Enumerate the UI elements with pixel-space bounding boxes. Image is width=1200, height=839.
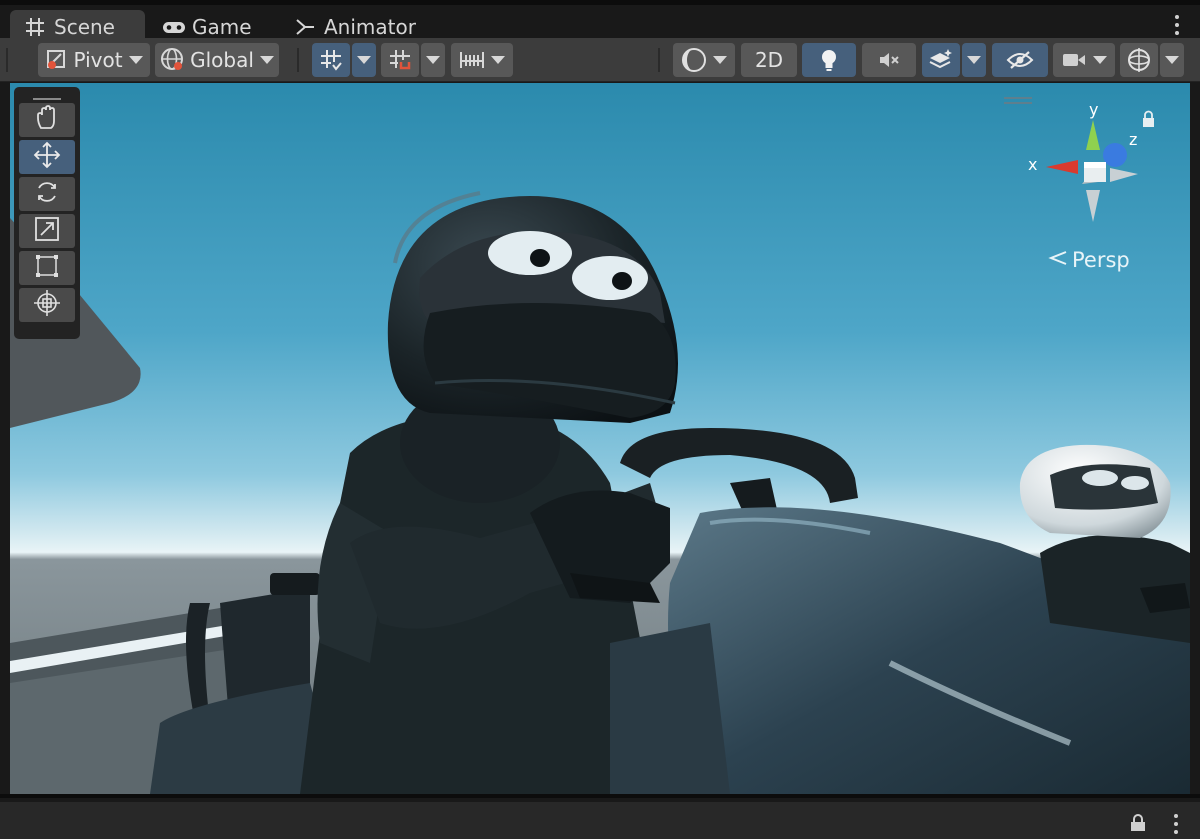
chevron-down-icon bbox=[259, 56, 274, 64]
toolbar-separator bbox=[297, 48, 299, 72]
chevron-down-icon bbox=[491, 56, 505, 64]
gizmo-sphere-icon bbox=[1126, 47, 1152, 73]
increment-snap-dropdown[interactable] bbox=[421, 43, 445, 77]
audio-toggle[interactable] bbox=[862, 43, 916, 77]
tab-menu-icon[interactable] bbox=[1174, 15, 1180, 37]
eye-hidden-icon bbox=[1006, 49, 1034, 71]
pivot-icon bbox=[45, 48, 69, 72]
hand-tool-icon bbox=[34, 105, 60, 135]
hand-tool-button[interactable] bbox=[19, 103, 75, 137]
chevron-down-icon bbox=[128, 56, 143, 64]
transform-tool-icon bbox=[33, 289, 61, 321]
ruler-icon bbox=[459, 49, 485, 71]
global-dropdown[interactable]: Global bbox=[155, 43, 279, 77]
scene-camera-dropdown[interactable] bbox=[1053, 43, 1115, 77]
2d-mode-toggle[interactable]: 2D bbox=[741, 43, 797, 77]
projection-label: Persp bbox=[1072, 248, 1130, 272]
projection-toggle[interactable]: Persp bbox=[1048, 248, 1130, 272]
gizmo-drag-handle[interactable] bbox=[1004, 97, 1032, 99]
rect-tool-icon bbox=[34, 253, 60, 283]
shading-mode-dropdown[interactable] bbox=[673, 43, 735, 77]
panel-menu-icon[interactable] bbox=[1174, 814, 1178, 838]
gizmos-dropdown[interactable] bbox=[1160, 43, 1184, 77]
chevron-down-icon bbox=[713, 56, 727, 64]
increment-snap-icon bbox=[388, 48, 412, 72]
scene-visibility-toggle[interactable] bbox=[992, 43, 1048, 77]
gamepad-icon bbox=[162, 16, 185, 38]
move-tool-button[interactable] bbox=[19, 140, 75, 174]
lightbulb-icon bbox=[818, 48, 840, 72]
gizmo-x-label: x bbox=[1028, 155, 1037, 174]
effects-toggle[interactable] bbox=[922, 43, 960, 77]
gizmo-y-axis bbox=[1086, 120, 1100, 150]
chevron-down-icon bbox=[357, 56, 371, 64]
gizmo-z-axis bbox=[1103, 143, 1127, 167]
bottom-panel-bar bbox=[0, 794, 1200, 839]
2d-mode-label: 2D bbox=[754, 48, 784, 72]
toolbar-separator bbox=[6, 48, 8, 72]
move-tool-icon bbox=[33, 141, 61, 173]
grid-snapping-dropdown[interactable] bbox=[352, 43, 376, 77]
shaded-sphere-icon bbox=[681, 47, 707, 73]
overlay-drag-handle[interactable] bbox=[33, 98, 61, 100]
gizmo-z-label: z bbox=[1129, 130, 1137, 149]
orientation-gizmo[interactable]: x y z bbox=[1004, 90, 1170, 240]
pivot-dropdown[interactable]: Pivot bbox=[38, 43, 150, 77]
layers-sparkle-icon bbox=[928, 48, 954, 72]
grid-snapping-toggle[interactable] bbox=[312, 43, 350, 77]
grid-snap-icon bbox=[319, 48, 343, 72]
chevron-left-icon bbox=[1048, 248, 1068, 272]
audio-mute-icon bbox=[877, 49, 901, 71]
gizmo-y-label: y bbox=[1089, 100, 1098, 119]
transform-tool-button[interactable] bbox=[19, 288, 75, 322]
scale-tool-button[interactable] bbox=[19, 214, 75, 248]
pivot-label: Pivot bbox=[73, 48, 123, 72]
tab-animator-label: Animator bbox=[324, 14, 416, 39]
chevron-down-icon bbox=[1165, 56, 1179, 64]
scene-render bbox=[10, 191, 1190, 794]
rotate-tool-icon bbox=[34, 179, 60, 209]
editor-tab-bar: Scene Game Animator bbox=[0, 0, 1200, 43]
rotate-tool-button[interactable] bbox=[19, 177, 75, 211]
lock-icon[interactable] bbox=[1130, 814, 1146, 836]
scene-toolbar: Pivot Global 2D bbox=[0, 38, 1200, 82]
camera-icon bbox=[1061, 50, 1087, 70]
toolbar-separator bbox=[658, 48, 660, 72]
increment-snap-toggle[interactable] bbox=[381, 43, 419, 77]
next-panel-header bbox=[0, 802, 1200, 839]
gizmo-x-axis bbox=[1046, 160, 1078, 174]
rect-tool-button[interactable] bbox=[19, 251, 75, 285]
tools-overlay bbox=[14, 87, 80, 339]
lighting-toggle[interactable] bbox=[802, 43, 856, 77]
grid-icon bbox=[24, 16, 46, 38]
tab-game-label: Game bbox=[192, 14, 252, 39]
gizmos-toggle[interactable] bbox=[1120, 43, 1158, 77]
chevron-down-icon bbox=[967, 56, 981, 64]
globe-icon bbox=[160, 47, 186, 73]
scale-tool-icon bbox=[34, 216, 60, 246]
chevron-down-icon bbox=[1093, 56, 1107, 64]
global-label: Global bbox=[190, 48, 254, 72]
tab-scene-label: Scene bbox=[54, 14, 115, 39]
animator-icon bbox=[294, 16, 316, 38]
snap-settings-dropdown[interactable] bbox=[451, 43, 513, 77]
scene-viewport[interactable] bbox=[10, 83, 1190, 794]
effects-dropdown[interactable] bbox=[962, 43, 986, 77]
chevron-down-icon bbox=[426, 56, 440, 64]
